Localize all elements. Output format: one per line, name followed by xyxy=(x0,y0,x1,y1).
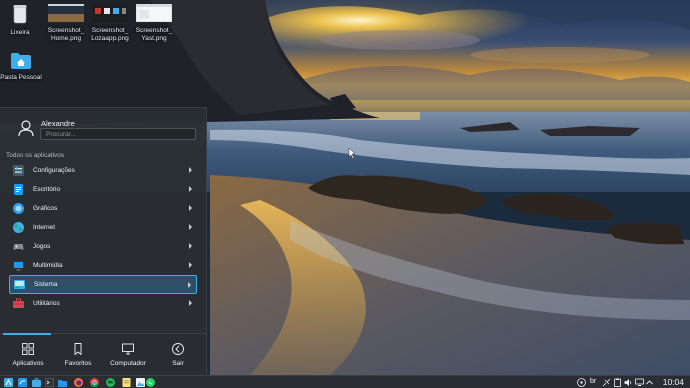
category-label: Configurações xyxy=(33,167,75,174)
category-label: Multimídia xyxy=(33,262,63,269)
desktop-icon-trash[interactable]: Lixeira xyxy=(0,4,42,37)
category-label: Utilitários xyxy=(33,300,60,307)
system-icon xyxy=(14,280,25,289)
tab-computador[interactable]: Computador xyxy=(103,334,153,377)
desktop-icon-screenshot-home[interactable]: Screenshot_Home.png xyxy=(44,4,88,43)
category-label: Jogos xyxy=(33,243,51,250)
chevron-right-icon xyxy=(189,167,192,173)
trash-icon xyxy=(13,5,27,24)
category-item-configuracoes[interactable]: Configurações xyxy=(9,161,197,180)
settings-icon xyxy=(13,165,24,176)
category-label: Escritório xyxy=(33,186,61,193)
tab-aplicativos[interactable]: Aplicativos xyxy=(3,333,53,377)
application-menu-icon[interactable] xyxy=(4,378,13,387)
tab-label: Sair xyxy=(172,360,184,367)
firefox-icon[interactable] xyxy=(74,378,83,387)
desktop-icon-label: Lixeira xyxy=(10,29,30,36)
chevron-right-icon xyxy=(189,224,192,230)
search-box[interactable] xyxy=(40,128,196,140)
terminal-icon[interactable] xyxy=(45,378,54,387)
desktop-icon-label: Screenshot_Yast.png xyxy=(135,27,173,42)
tab-favoritos[interactable]: Favoritos xyxy=(53,334,103,377)
category-item-graficos[interactable]: Gráficos xyxy=(9,199,197,218)
image-thumbnail-icon xyxy=(92,4,128,22)
launcher-tab-bar: Aplicativos Favoritos Computador Sair xyxy=(0,333,207,376)
chevron-right-icon xyxy=(189,300,192,306)
active-tab-indicator xyxy=(3,333,51,335)
discover-store-icon[interactable] xyxy=(32,378,41,387)
kde-connect-icon[interactable] xyxy=(602,378,611,387)
tab-label: Aplicativos xyxy=(12,360,44,367)
desktop-icon-screenshot-lozaapp[interactable]: Screenshot_Lozaapp.png xyxy=(88,4,132,43)
digital-clock[interactable]: 10:04 xyxy=(663,377,684,387)
category-item-jogos[interactable]: Jogos xyxy=(9,237,197,256)
category-label: Gráficos xyxy=(33,205,58,212)
monitor-icon xyxy=(122,343,134,355)
category-item-multimidia[interactable]: Multimídia xyxy=(9,256,197,275)
folder-icon[interactable] xyxy=(58,378,67,387)
chrome-icon[interactable] xyxy=(90,378,99,387)
desktop-icon-label: Screenshot_Lozaapp.png xyxy=(91,27,129,42)
category-label: Sistema xyxy=(34,281,58,288)
category-list: Configurações Escritório Gráficos Intern… xyxy=(9,161,197,313)
application-launcher: Alexandre Todos os aplicativos Configura… xyxy=(0,107,207,375)
desktop-icon-home-folder[interactable]: Pasta Pessoal xyxy=(0,53,43,82)
disc-icon[interactable] xyxy=(577,378,586,387)
tab-label: Favoritos xyxy=(64,360,92,367)
gamepad-icon xyxy=(13,244,24,250)
network-icon[interactable] xyxy=(635,378,644,387)
category-label: Internet xyxy=(33,224,56,231)
spotify-icon[interactable] xyxy=(106,378,115,387)
internet-globe-icon xyxy=(13,222,24,233)
desktop-icon-label: Screenshot_Home.png xyxy=(47,27,85,42)
graphics-icon xyxy=(13,203,24,214)
search-input[interactable] xyxy=(41,129,195,139)
taskbar-panel: br 10:04 xyxy=(0,375,690,388)
launcher-user-header: Alexandre xyxy=(0,108,207,148)
clipboard-icon[interactable] xyxy=(613,378,622,387)
user-avatar-icon[interactable] xyxy=(17,119,35,137)
category-item-escritorio[interactable]: Escritório xyxy=(9,180,197,199)
text-editor-icon[interactable] xyxy=(122,378,131,387)
image-viewer-icon[interactable] xyxy=(136,378,145,387)
toolbox-icon xyxy=(13,298,24,308)
section-title: Todos os aplicativos xyxy=(6,152,65,159)
back-arrow-icon xyxy=(172,343,184,355)
chevron-right-icon xyxy=(189,262,192,268)
category-item-internet[interactable]: Internet xyxy=(9,218,197,237)
tab-sair[interactable]: Sair xyxy=(153,334,203,377)
chevron-right-icon xyxy=(188,282,191,288)
desktop-icon-label: Pasta Pessoal xyxy=(0,74,42,81)
image-thumbnail-icon xyxy=(48,4,84,22)
whatsapp-icon[interactable] xyxy=(146,378,155,387)
dolphin-file-manager-icon[interactable] xyxy=(18,378,27,387)
home-folder-icon xyxy=(11,53,31,69)
multimedia-icon xyxy=(13,261,24,271)
office-icon xyxy=(14,184,23,195)
category-item-sistema[interactable]: Sistema xyxy=(9,275,197,294)
apps-grid-icon xyxy=(22,343,34,355)
user-name: Alexandre xyxy=(41,119,75,128)
desktop-icon-screenshot-yast[interactable]: Screenshot_Yast.png xyxy=(132,3,176,43)
image-thumbnail-icon xyxy=(135,3,173,23)
chevron-right-icon xyxy=(189,243,192,249)
tab-label: Computador xyxy=(110,360,146,367)
volume-icon[interactable] xyxy=(624,378,633,387)
system-tray-expand-icon[interactable] xyxy=(645,378,654,387)
bookmark-icon xyxy=(74,343,82,355)
chevron-right-icon xyxy=(189,186,192,192)
chevron-right-icon xyxy=(189,205,192,211)
keyboard-layout-indicator[interactable]: br xyxy=(590,378,596,385)
category-item-utilitarios[interactable]: Utilitários xyxy=(9,294,197,313)
